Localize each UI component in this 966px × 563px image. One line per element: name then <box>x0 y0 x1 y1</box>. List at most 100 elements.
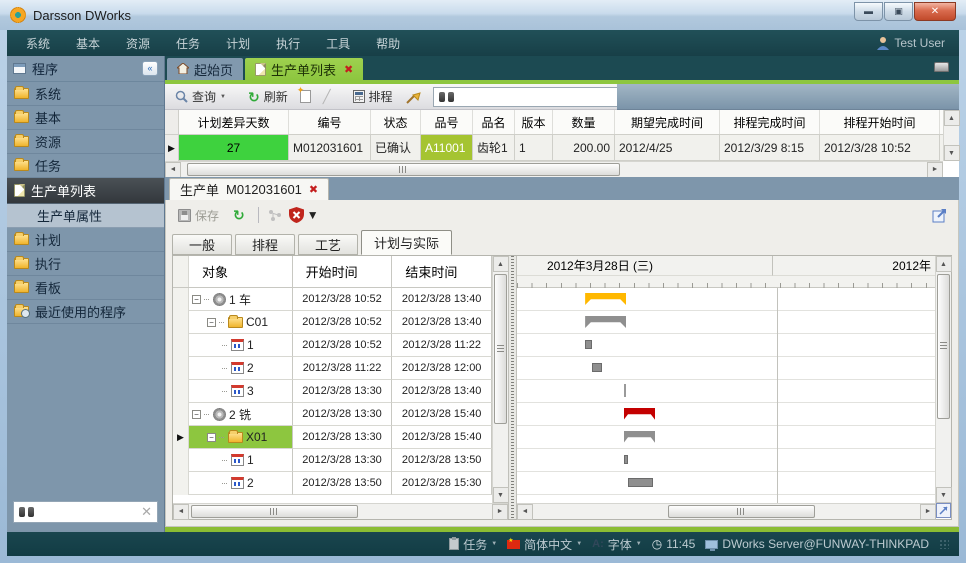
column-header-计划差异天数[interactable]: 计划差异天数 <box>179 110 289 134</box>
scroll-left-icon[interactable]: ◄ <box>517 504 533 520</box>
sidebar-item-最近使用的程序[interactable]: 最近使用的程序 <box>7 300 164 324</box>
sidebar-item-基本[interactable]: 基本 <box>7 106 164 130</box>
resize-grip[interactable] <box>939 539 949 549</box>
table-hscrollbar[interactable]: ◄ ► <box>173 503 508 519</box>
sidebar-item-系统[interactable]: 系统 <box>7 82 164 106</box>
tree-row-3[interactable]: 32012/3/28 13:302012/3/28 13:40 <box>173 380 492 403</box>
tree-row-1 车[interactable]: −1 车2012/3/28 10:522012/3/28 13:40 <box>173 288 492 311</box>
gantt-bar-2[interactable] <box>628 478 652 487</box>
menu-item-基本[interactable]: 基本 <box>63 31 113 56</box>
tree-row-2 铣[interactable]: −2 铣2012/3/28 13:302012/3/28 15:40 <box>173 403 492 426</box>
column-header-数量[interactable]: 数量 <box>553 110 615 134</box>
tree-collapse-icon[interactable]: − <box>207 433 216 442</box>
scroll-right-icon[interactable]: ► <box>920 504 936 520</box>
query-button[interactable]: 查询▼ <box>171 86 230 107</box>
column-header-品名[interactable]: 品名 <box>473 110 515 134</box>
gantt-bar-1[interactable] <box>624 455 629 464</box>
tree-collapse-icon[interactable]: − <box>192 295 201 304</box>
column-header-排程完成时间[interactable]: 排程完成时间 <box>720 110 820 134</box>
menu-item-帮助[interactable]: 帮助 <box>363 31 413 56</box>
maximize-button[interactable]: ▣ <box>884 2 913 21</box>
gantt-fit-view-button[interactable] <box>936 503 951 518</box>
menu-item-工具[interactable]: 工具 <box>313 31 363 56</box>
scroll-right-icon[interactable]: ► <box>927 162 943 178</box>
tab-起始页[interactable]: 起始页 <box>167 58 243 80</box>
tab-close-icon[interactable]: ✖ <box>344 63 353 76</box>
new-button[interactable] <box>296 88 315 105</box>
tree-row-X01[interactable]: ▶−X012012/3/28 13:302012/3/28 15:40 <box>173 426 492 449</box>
sidebar-item-看板[interactable]: 看板 <box>7 276 164 300</box>
grid-vscrollbar[interactable]: ▲ ▼ <box>943 110 959 161</box>
column-header-品号[interactable]: 品号 <box>421 110 473 134</box>
scroll-down-icon[interactable]: ▼ <box>944 145 960 161</box>
doc-tab-排程[interactable]: 排程 <box>235 234 295 255</box>
doc-refresh-button[interactable]: ↻ <box>229 207 249 223</box>
column-header-排程开始时间[interactable]: 排程开始时间 <box>820 110 940 134</box>
tree-column-header-对象[interactable]: 对象 <box>189 256 293 287</box>
sidebar-item-计划[interactable]: 计划 <box>7 228 164 252</box>
edit-button[interactable]: ╱ <box>319 87 335 107</box>
tree-collapse-icon[interactable]: − <box>192 410 201 419</box>
workflow-icon-disabled[interactable] <box>268 209 283 222</box>
save-button[interactable]: 保存 <box>174 205 223 226</box>
sidebar-item-任务[interactable]: 任务 <box>7 154 164 178</box>
scroll-up-icon[interactable]: ▲ <box>936 256 952 272</box>
panel-pin-icon[interactable] <box>934 62 949 72</box>
menu-item-资源[interactable]: 资源 <box>113 31 163 56</box>
clean-button[interactable] <box>401 87 425 106</box>
split-handle[interactable] <box>508 256 517 519</box>
tab-生产单列表[interactable]: 生产单列表✖ <box>245 58 363 80</box>
gantt-bar-1[interactable] <box>585 340 592 349</box>
scroll-left-icon[interactable]: ◄ <box>165 162 181 178</box>
schedule-button[interactable]: 排程 <box>349 86 397 107</box>
sidebar-search-input[interactable] <box>38 505 137 519</box>
tree-row-2[interactable]: 22012/3/28 11:222012/3/28 12:00 <box>173 357 492 380</box>
column-header-版本[interactable]: 版本 <box>515 110 553 134</box>
doc-tab-一般[interactable]: 一般 <box>172 234 232 255</box>
gantt-bar-3[interactable] <box>624 384 626 397</box>
menu-item-计划[interactable]: 计划 <box>213 31 263 56</box>
scroll-left-icon[interactable]: ◄ <box>173 504 189 520</box>
column-header-期望完成时间[interactable]: 期望完成时间 <box>615 110 720 134</box>
order-document-tab[interactable]: 生产单 M012031601 ✖ <box>169 178 329 200</box>
sidebar-search-clear-icon[interactable]: ✕ <box>141 504 152 520</box>
tree-row-C01[interactable]: −C012012/3/28 10:522012/3/28 13:40 <box>173 311 492 334</box>
tree-collapse-icon[interactable]: − <box>207 318 216 327</box>
scroll-up-icon[interactable]: ▲ <box>493 256 509 272</box>
column-header-编号[interactable]: 编号 <box>289 110 371 134</box>
gantt-vscrollbar[interactable]: ▲ ▼ <box>935 256 951 503</box>
minimize-button[interactable]: ▬ <box>854 2 883 21</box>
refresh-button[interactable]: ↻ 刷新 <box>244 86 292 107</box>
close-button[interactable]: ✕ <box>914 2 956 21</box>
sidebar-item-执行[interactable]: 执行 <box>7 252 164 276</box>
open-new-window-icon[interactable] <box>932 207 948 223</box>
doc-tab-close-icon[interactable]: ✖ <box>309 183 318 196</box>
tree-column-header-开始时间[interactable]: 开始时间 <box>293 256 393 287</box>
doc-tab-计划与实际[interactable]: 计划与实际 <box>361 230 452 255</box>
tree-column-header-结束时间[interactable]: 结束时间 <box>392 256 492 287</box>
tree-row-1[interactable]: 12012/3/28 10:522012/3/28 11:22 <box>173 334 492 357</box>
tree-row-1[interactable]: 12012/3/28 13:302012/3/28 13:50 <box>173 449 492 472</box>
gantt-bar-2[interactable] <box>592 363 601 372</box>
status-font-menu[interactable]: A: 字体▼ <box>592 536 642 553</box>
menu-item-执行[interactable]: 执行 <box>263 31 313 56</box>
doc-tab-工艺[interactable]: 工艺 <box>298 234 358 255</box>
sidebar-item-资源[interactable]: 资源 <box>7 130 164 154</box>
grid-hscrollbar[interactable]: ◄ ► <box>165 161 943 177</box>
table-vscrollbar[interactable]: ▲ ▼ <box>492 256 508 503</box>
sidebar-item-生产单列表[interactable]: 生产单列表 <box>7 178 164 204</box>
scroll-down-icon[interactable]: ▼ <box>936 487 952 503</box>
sidebar-item-生产单属性[interactable]: 生产单属性 <box>7 204 164 228</box>
status-language-menu[interactable]: 简体中文▼ <box>507 536 582 553</box>
column-header-状态[interactable]: 状态 <box>371 110 421 134</box>
menu-item-系统[interactable]: 系统 <box>13 31 63 56</box>
tree-row-2[interactable]: 22012/3/28 13:502012/3/28 15:30 <box>173 472 492 495</box>
validation-button[interactable]: ▼ <box>289 207 319 223</box>
status-task-menu[interactable]: 任务▼ <box>449 536 497 553</box>
scroll-right-icon[interactable]: ► <box>492 504 508 520</box>
gantt-hscrollbar[interactable]: ◄ ► <box>517 503 936 519</box>
toolbar-search-input[interactable] <box>458 89 624 104</box>
menu-item-任务[interactable]: 任务 <box>163 31 213 56</box>
current-user[interactable]: Test User <box>877 36 953 50</box>
order-row[interactable]: ▶27M012031601已确认A11001齿轮11200.002012/4/2… <box>165 135 943 161</box>
